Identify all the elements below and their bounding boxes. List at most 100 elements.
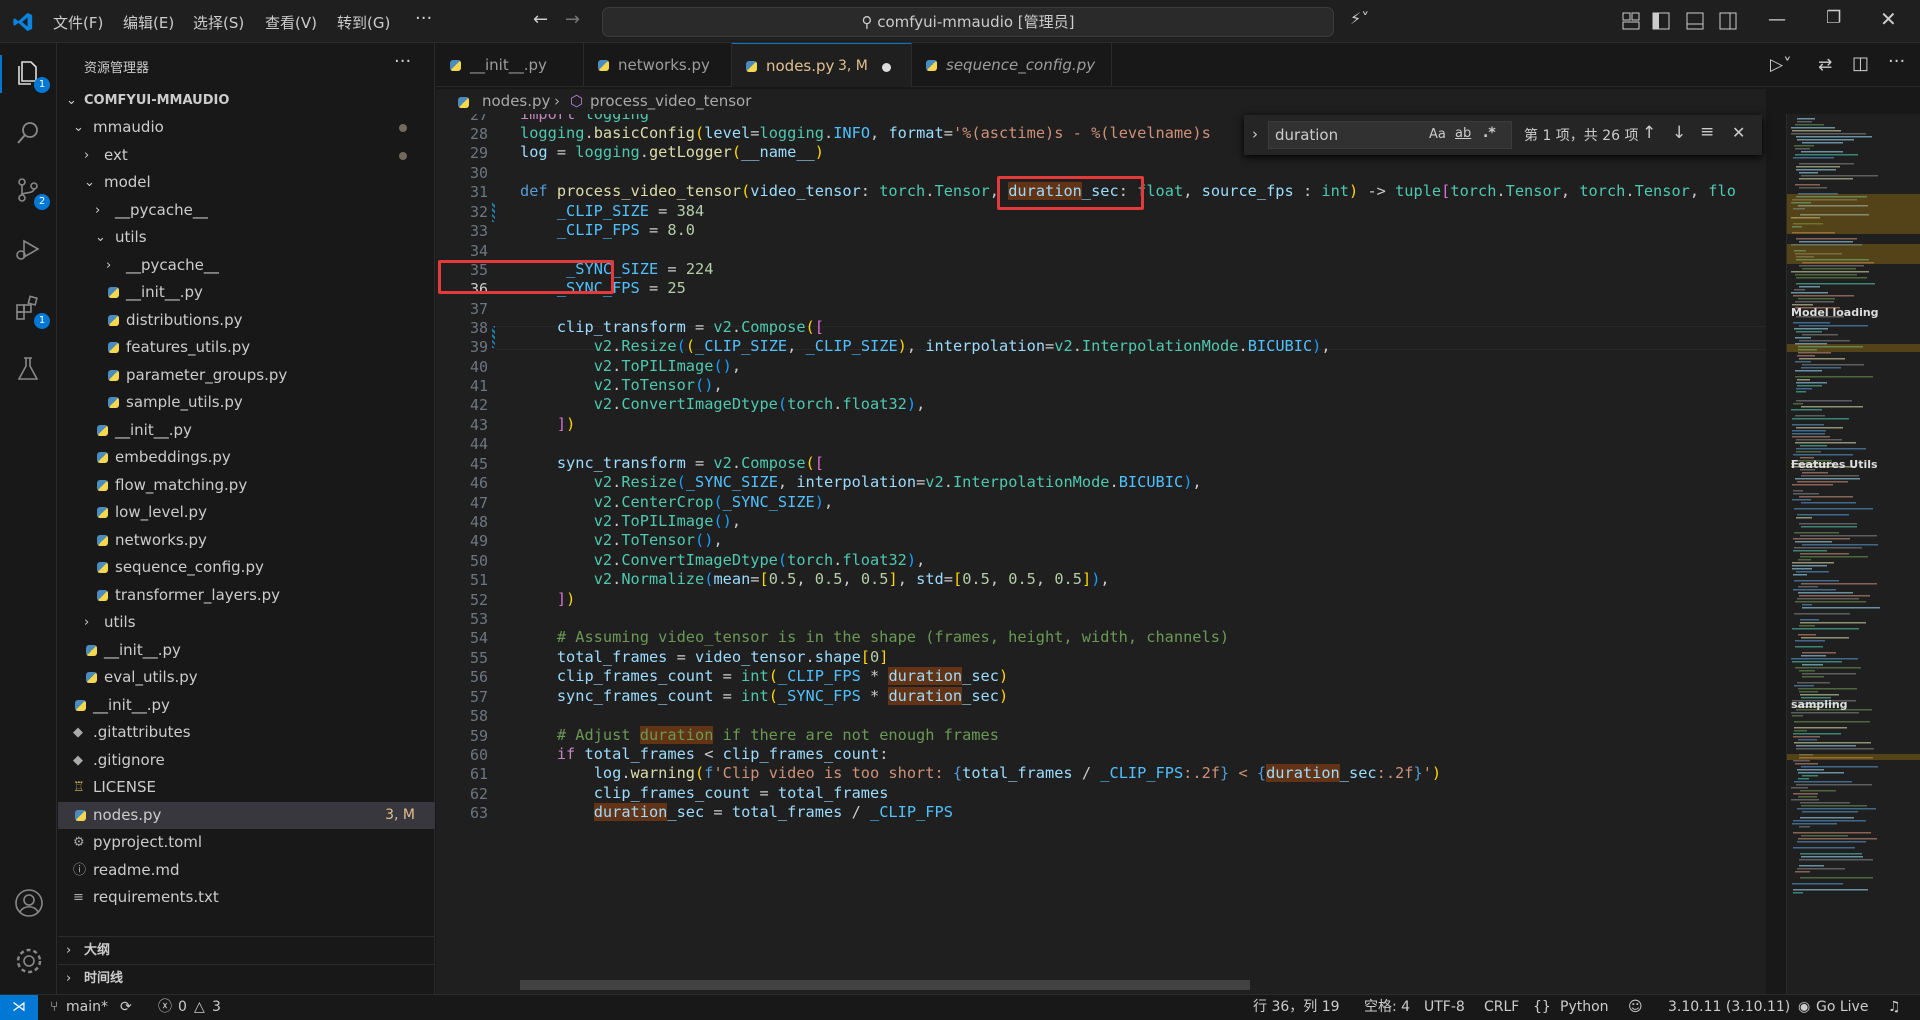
branch-name[interactable]: main* [66, 995, 108, 1020]
tree-item[interactable]: sequence_config.py [58, 554, 435, 581]
tree-item[interactable]: ⌄ utils [58, 224, 435, 251]
tree-item[interactable]: › utils [58, 609, 435, 636]
tab-sequence-config-py[interactable]: sequence_config.py [912, 43, 1112, 87]
tree-item[interactable]: parameter_groups.py [58, 362, 435, 389]
language-mode[interactable]: Python [1560, 995, 1609, 1020]
tree-item[interactable]: __init__.py [58, 692, 435, 719]
copilot-icon[interactable]: ⚡˅ [1350, 9, 1369, 28]
error-count[interactable]: 0 [178, 995, 187, 1020]
encoding[interactable]: UTF-8 [1424, 995, 1465, 1020]
breadcrumb-symbol[interactable]: process_video_tensor [590, 89, 751, 114]
tree-item[interactable]: transformer_layers.py [58, 582, 435, 609]
toggle-replace-chevron-icon[interactable]: › [1252, 125, 1258, 143]
restore-window-icon[interactable]: ❐ [1826, 8, 1841, 28]
toggle-panel-icon[interactable] [1686, 12, 1704, 30]
tree-item[interactable]: embeddings.py [58, 444, 435, 471]
tree-item[interactable]: ⌄ mmaudio [58, 114, 435, 141]
tree-item[interactable]: › __pycache__ [58, 197, 435, 224]
menu-selection[interactable]: 选择(S) [193, 12, 244, 33]
horizontal-scrollbar[interactable] [520, 980, 1250, 990]
find-in-selection-icon[interactable]: ≡ [1700, 122, 1714, 142]
tree-item[interactable]: low_level.py [58, 499, 435, 526]
unsaved-dot-icon[interactable] [882, 63, 891, 72]
extensions-icon[interactable]: 1 [14, 295, 50, 329]
more-actions-icon[interactable]: ··· [1888, 51, 1905, 72]
tree-item[interactable]: ≡ requirements.txt [58, 884, 435, 911]
explorer-more-icon[interactable]: ··· [394, 51, 411, 72]
tree-item[interactable]: ⓘ readme.md [58, 857, 435, 884]
back-arrow-icon[interactable]: ← [533, 9, 548, 30]
customize-layout-icon[interactable] [1622, 12, 1640, 30]
tree-item[interactable]: ⌄ model [58, 169, 435, 196]
match-word-icon[interactable]: ab [1455, 126, 1471, 141]
outline-section[interactable]: › 大纲 [58, 936, 435, 963]
more-menus-icon[interactable]: ··· [415, 8, 432, 29]
accounts-icon[interactable] [14, 888, 44, 918]
tree-item[interactable]: ◆ .gitignore [58, 747, 435, 774]
close-find-icon[interactable]: ✕ [1732, 123, 1745, 142]
close-window-icon[interactable]: ✕ [1880, 7, 1897, 31]
warning-count[interactable]: 3 [212, 995, 221, 1020]
tree-item[interactable]: __init__.py [58, 637, 435, 664]
split-editor-icon[interactable]: ◫ [1852, 53, 1869, 74]
tree-item-label: __init__.py [115, 420, 192, 439]
manage-gear-icon[interactable] [14, 946, 44, 976]
tree-item[interactable]: __init__.py [58, 279, 435, 306]
sync-icon[interactable]: ⟳ [120, 995, 132, 1020]
tree-item[interactable]: features_utils.py [58, 334, 435, 361]
search-icon[interactable] [14, 119, 44, 149]
tree-item[interactable]: eval_utils.py [58, 664, 435, 691]
tree-item-label: networks.py [115, 530, 207, 549]
breadcrumb-file[interactable]: nodes.py [482, 89, 550, 114]
code-editor[interactable]: 27 28 29 30 31 32 33 34 35 36 37 38 39 40 41 42 43 44 45 46… [436, 114, 1766, 994]
line-number: 48 [469, 513, 488, 531]
regex-icon[interactable]: .* [1483, 125, 1496, 141]
remote-indicator-icon[interactable]: ⋊ [0, 995, 38, 1020]
tree-item[interactable]: networks.py [58, 527, 435, 554]
run-debug-icon[interactable] [14, 235, 44, 265]
toggle-primary-sidebar-icon[interactable] [1652, 12, 1670, 30]
explorer-icon[interactable]: 1 [14, 59, 50, 93]
tab-init-py[interactable]: __init__.py [436, 43, 584, 87]
testing-icon[interactable] [14, 355, 44, 385]
match-case-icon[interactable]: Aa [1429, 127, 1446, 142]
run-file-icon[interactable]: ▷˅ [1770, 55, 1792, 75]
workspace-root[interactable]: ⌄ COMFYUI-MMAUDIO [58, 87, 435, 114]
tree-item[interactable]: nodes.py 3, M [58, 801, 435, 829]
tab-networks-py[interactable]: networks.py [584, 43, 732, 87]
tree-item[interactable]: ⚙ pyproject.toml [58, 829, 435, 856]
timeline-section[interactable]: › 时间线 [58, 964, 435, 991]
minimize-window-icon[interactable]: — [1768, 9, 1786, 30]
previous-match-icon[interactable]: ↑ [1642, 123, 1656, 143]
tree-item[interactable]: › ext [58, 142, 435, 169]
tree-item[interactable]: ◆ .gitattributes [58, 719, 435, 746]
tree-item[interactable]: distributions.py [58, 307, 435, 334]
cursor-position[interactable]: 行 36，列 19 [1253, 995, 1340, 1020]
minimap[interactable]: Model loading Features Utils sampling [1786, 114, 1920, 994]
menu-file[interactable]: 文件(F) [53, 12, 103, 33]
tree-item[interactable]: flow_matching.py [58, 472, 435, 499]
line-endings[interactable]: CRLF [1484, 995, 1519, 1020]
find-input[interactable]: duration Aa ab .* [1268, 121, 1512, 149]
forward-arrow-icon[interactable]: → [565, 9, 580, 30]
menu-go[interactable]: 转到(G) [337, 12, 390, 33]
tree-item[interactable]: › __pycache__ [58, 252, 435, 279]
next-match-icon[interactable]: ↓ [1672, 123, 1686, 143]
menu-view[interactable]: 查看(V) [265, 12, 317, 33]
source-control-icon[interactable]: 2 [14, 176, 50, 210]
toggle-secondary-sidebar-icon[interactable] [1719, 12, 1737, 30]
menu-edit[interactable]: 编辑(E) [123, 12, 174, 33]
copilot-status-icon[interactable]: ☺ [1628, 995, 1643, 1020]
compare-changes-icon[interactable]: ⇄ [1818, 55, 1832, 75]
tab-nodes-py[interactable]: nodes.py 3, M [732, 43, 912, 87]
source-control-badge: 2 [34, 194, 50, 210]
tree-item[interactable]: __init__.py [58, 417, 435, 444]
python-file-icon [450, 60, 461, 71]
indentation[interactable]: 空格: 4 [1364, 995, 1410, 1020]
tree-item[interactable]: sample_utils.py [58, 389, 435, 416]
tree-item[interactable]: ♖ LICENSE [58, 774, 435, 801]
notifications-bell-icon[interactable]: ♫ [1888, 995, 1901, 1020]
go-live-button[interactable]: Go Live [1816, 995, 1868, 1020]
command-center[interactable]: ⚲ comfyui-mmaudio [管理员] [602, 7, 1334, 37]
python-interpreter[interactable]: 3.10.11 (3.10.11) [1668, 995, 1790, 1020]
